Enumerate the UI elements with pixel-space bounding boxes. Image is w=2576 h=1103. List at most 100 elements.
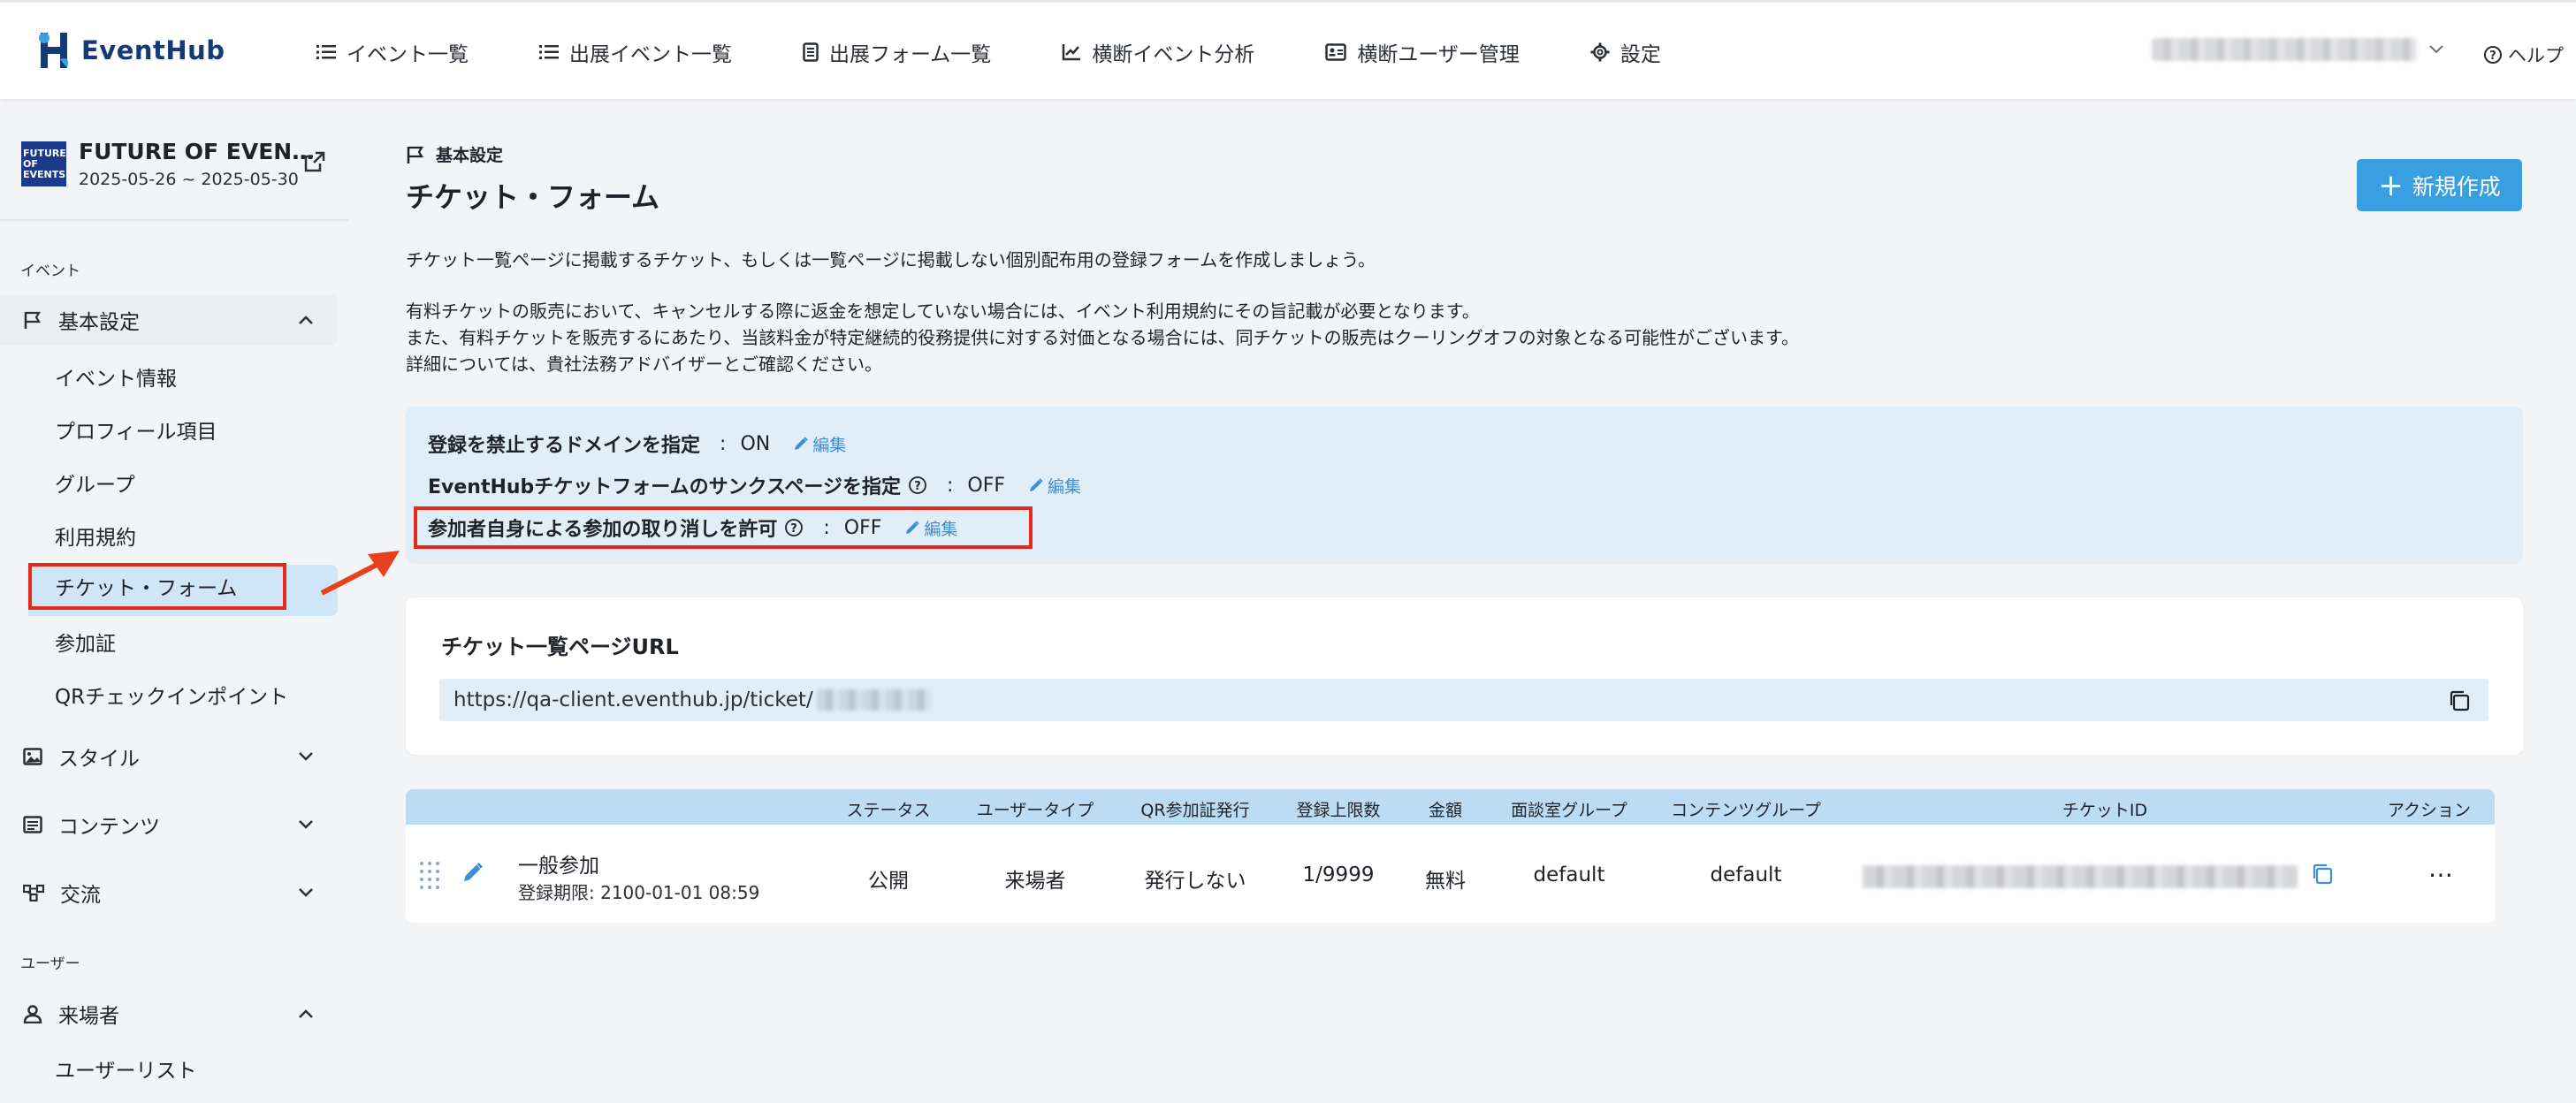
- ticket-table: ステータス ユーザータイプ QR参加証発行 登録上限数 金額 面談室グループ コ…: [406, 789, 2495, 923]
- chevron-down-icon: [299, 888, 313, 897]
- chevron-down-icon: [299, 820, 313, 829]
- ticket-qr-pass: 発行しない: [1144, 870, 1246, 893]
- breadcrumb-label: 基本設定: [436, 146, 504, 165]
- account-menu[interactable]: [2152, 38, 2443, 61]
- image-icon: [23, 748, 42, 765]
- create-new-button[interactable]: + 新規作成: [2357, 159, 2522, 211]
- column-header-status: ステータス: [846, 801, 931, 820]
- ticket-registration-deadline: 登録期限: 2100-01-01 08:59: [518, 882, 760, 903]
- more-actions-icon[interactable]: ⋯: [2428, 860, 2454, 889]
- chevron-down-icon: [299, 752, 313, 761]
- sidebar-section-user: ユーザー: [20, 955, 80, 973]
- setting-value: ON: [740, 432, 771, 455]
- id-card-icon: [1325, 43, 1347, 61]
- sidebar-item-terms[interactable]: 利用規約: [55, 521, 136, 551]
- column-header-meeting-group: 面談室グループ: [1511, 801, 1627, 820]
- question-circle-icon: ?: [2484, 46, 2502, 64]
- user-icon: [23, 1005, 42, 1023]
- question-circle-icon[interactable]: ?: [908, 475, 927, 495]
- annotation-arrow-icon: [320, 551, 400, 596]
- sidebar-item-event-info[interactable]: イベント情報: [55, 361, 177, 392]
- event-dates: 2025-05-26 ~ 2025-05-30: [79, 170, 299, 189]
- breadcrumb: 基本設定: [406, 142, 503, 166]
- description-line-1: チケット一覧ページに掲載するチケット、もしくは一覧ページに掲載しない個別配布用の…: [406, 249, 1376, 270]
- top-navigation-bar: EventHub イベント一覧 出展イベント一覧 出展フォーム一覧 横断イベント…: [0, 0, 2576, 99]
- pencil-icon: [795, 437, 808, 450]
- url-card-title: チケット一覧ページURL: [441, 635, 679, 659]
- gear-icon: [1590, 42, 1610, 62]
- nav-label: 設定: [1620, 43, 1661, 66]
- sidebar-item-admission-pass[interactable]: 参加証: [55, 627, 116, 657]
- sidebar-group-label: コンテンツ: [58, 816, 160, 839]
- external-link-icon[interactable]: [303, 150, 326, 173]
- sidebar-group-style[interactable]: スタイル: [0, 731, 338, 782]
- blurred-account-name: [2152, 38, 2417, 61]
- form-icon: [803, 42, 819, 62]
- main-nav: イベント一覧 出展イベント一覧 出展フォーム一覧 横断イベント分析 横断ユーザー…: [316, 3, 1732, 102]
- sidebar-group-networking[interactable]: 交流: [0, 867, 338, 918]
- description-line-4: 詳細については、貴社法務アドバイザーとご確認ください。: [406, 354, 882, 375]
- pencil-icon[interactable]: [461, 861, 484, 884]
- column-header-ticket-id: チケットID: [2062, 801, 2148, 820]
- brand-name: EventHub: [81, 35, 225, 65]
- chevron-up-icon: [299, 316, 313, 324]
- setting-value: OFF: [967, 474, 1006, 497]
- svg-text:?: ?: [2489, 49, 2496, 63]
- column-header-qr-pass: QR参加証発行: [1140, 801, 1250, 820]
- ticket-name[interactable]: 一般参加: [518, 848, 599, 879]
- document-list-icon: [23, 816, 42, 833]
- edit-link[interactable]: 編集: [793, 432, 846, 456]
- description-line-3: また、有料チケットを販売するにあたり、当該料金が特定継続的役務提供に対する対価と…: [406, 327, 1799, 348]
- sidebar-group-contents[interactable]: コンテンツ: [0, 799, 338, 850]
- drag-handle-icon[interactable]: [418, 860, 441, 890]
- nav-label: イベント一覧: [347, 43, 469, 66]
- nav-settings[interactable]: 設定: [1590, 37, 1661, 67]
- edit-label: 編集: [1048, 476, 1082, 497]
- nav-event-list[interactable]: イベント一覧: [316, 37, 469, 67]
- help-link[interactable]: ? ヘルプ: [2483, 42, 2564, 68]
- pencil-icon: [1030, 478, 1043, 491]
- sidebar-group-visitors[interactable]: 来場者: [0, 988, 338, 1039]
- setting-row-blocked-domains: 登録を禁止するドメインを指定 : ON 編集: [428, 430, 846, 458]
- setting-label: 登録を禁止するドメインを指定: [428, 435, 701, 457]
- eventhub-logo[interactable]: EventHub: [35, 29, 225, 72]
- blurred-ticket-id: [1863, 865, 2298, 888]
- setting-row-thanks-page: EventHubチケットフォームのサンクスページを指定 ? : OFF 編集: [428, 471, 1081, 499]
- highlight-annotation-box: [28, 563, 286, 610]
- sidebar-group-label: 基本設定: [58, 311, 140, 334]
- list-icon: [316, 45, 336, 59]
- eventhub-logo-icon: [39, 33, 68, 68]
- sidebar-item-profile-fields[interactable]: プロフィール項目: [55, 415, 217, 445]
- column-header-user-type: ユーザータイプ: [976, 801, 1094, 820]
- nav-exhibit-form-list[interactable]: 出展フォーム一覧: [803, 37, 991, 67]
- table-header: ステータス ユーザータイプ QR参加証発行 登録上限数 金額 面談室グループ コ…: [406, 789, 2495, 825]
- ticket-price: 無料: [1425, 870, 1466, 893]
- event-card[interactable]: FUTURE OF EVENTS FUTURE OF EVEN… 2025-05…: [21, 139, 314, 189]
- nav-exhibit-event-list[interactable]: 出展イベント一覧: [539, 37, 732, 67]
- ticket-status: 公開: [868, 870, 909, 893]
- flag-icon: [24, 311, 41, 329]
- ticket-limit: 1/9999: [1302, 863, 1375, 886]
- ticket-content-group: default: [1710, 863, 1782, 886]
- sidebar-item-user-list[interactable]: ユーザーリスト: [55, 1054, 197, 1084]
- sidebar-item-qr-checkin-point[interactable]: QRチェックインポイント: [55, 680, 288, 710]
- nav-cross-user-management[interactable]: 横断ユーザー管理: [1325, 37, 1520, 67]
- chart-icon: [1063, 44, 1081, 61]
- svg-text:?: ?: [914, 480, 921, 493]
- sidebar-group-basic-settings[interactable]: 基本設定: [0, 294, 338, 346]
- nav-cross-event-analysis[interactable]: 横断イベント分析: [1062, 37, 1254, 67]
- sidebar-item-groups[interactable]: グループ: [55, 468, 135, 498]
- sidebar-group-label: 来場者: [58, 1005, 119, 1028]
- copy-icon[interactable]: [2311, 863, 2334, 886]
- create-new-label: 新規作成: [2412, 173, 2501, 200]
- copy-icon[interactable]: [2448, 689, 2471, 712]
- network-icon: [23, 884, 44, 901]
- ticket-list-url: https://qa-client.eventhub.jp/ticket/: [453, 688, 813, 711]
- nav-label: 出展イベント一覧: [569, 43, 732, 66]
- column-header-price: 金額: [1428, 801, 1463, 820]
- sidebar: FUTURE OF EVENTS FUTURE OF EVEN… 2025-05…: [0, 99, 349, 1103]
- ticket-list-url-field[interactable]: https://qa-client.eventhub.jp/ticket/: [439, 679, 2488, 721]
- event-name: FUTURE OF EVEN…: [79, 139, 315, 164]
- edit-link[interactable]: 編集: [1028, 474, 1081, 498]
- chevron-down-icon: [2429, 45, 2443, 54]
